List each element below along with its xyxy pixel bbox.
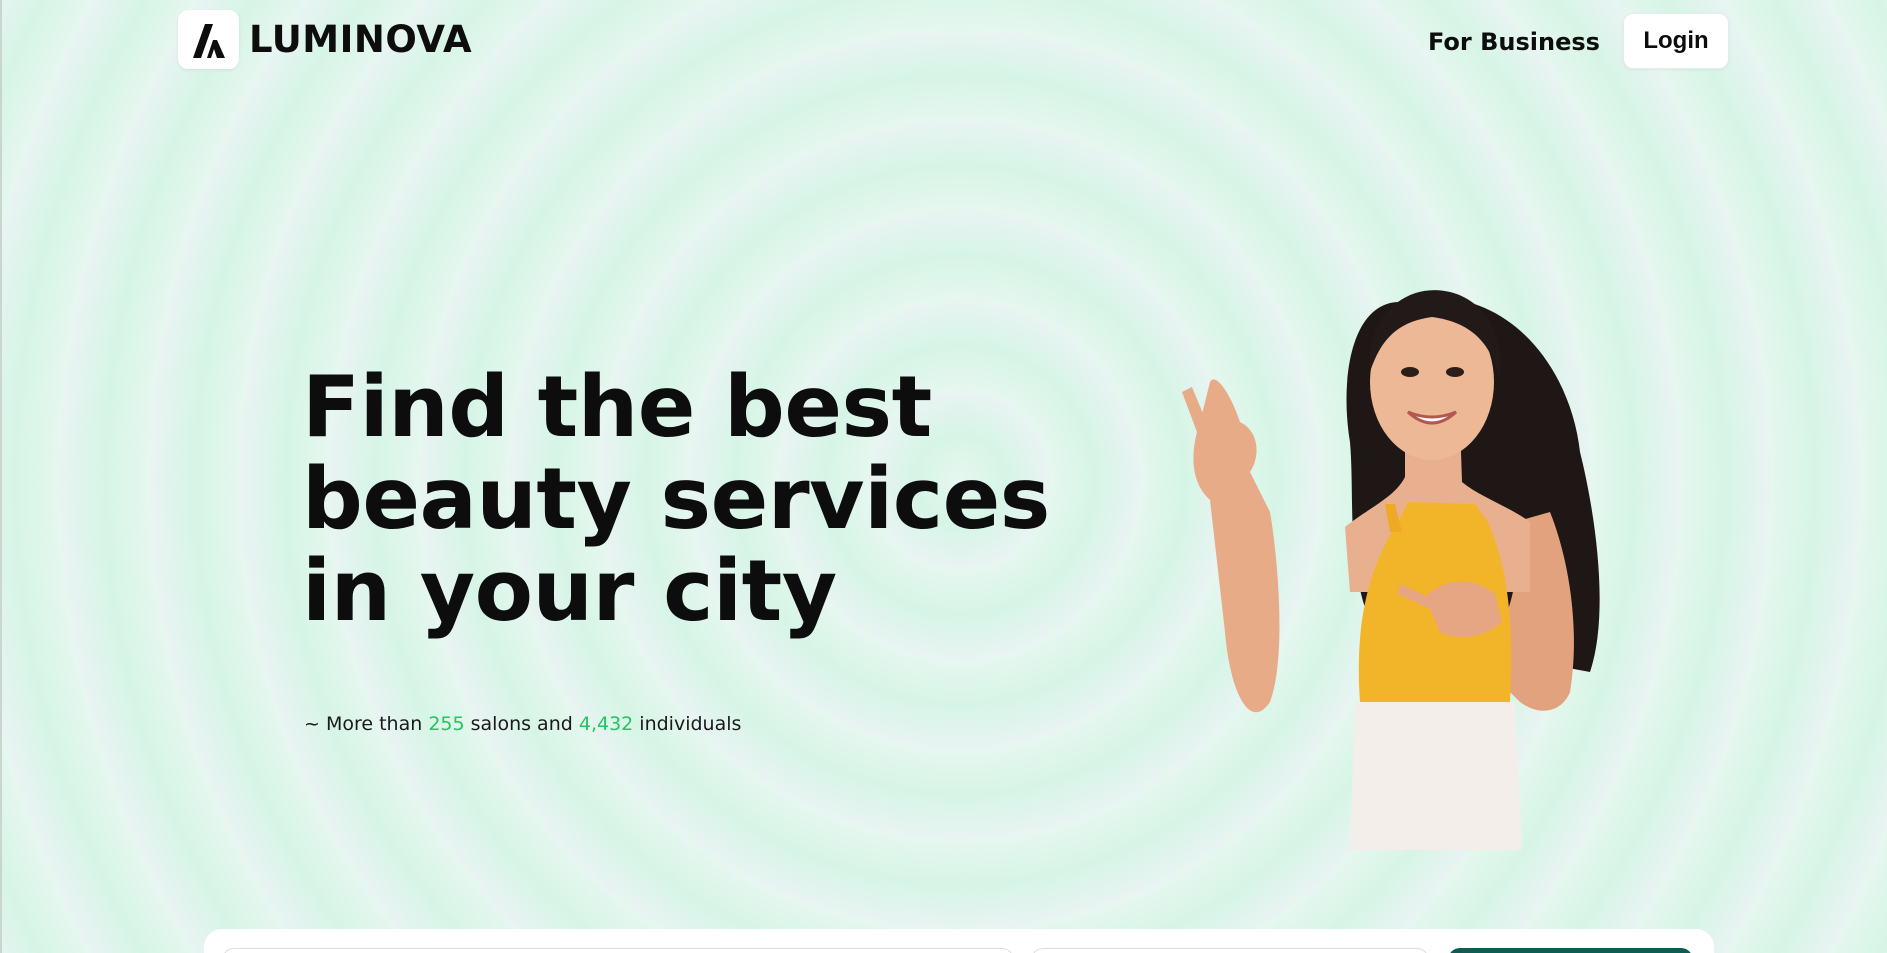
search-button[interactable] (1448, 948, 1693, 953)
individuals-count: 4,432 (578, 713, 634, 735)
individuals-label: individuals (633, 713, 742, 735)
hero-title: Find the best beauty services in your ci… (302, 362, 1062, 638)
page-left-border (0, 0, 2, 953)
luminova-logo-icon (178, 10, 239, 69)
location-search-input[interactable] (1031, 948, 1429, 953)
brand-name: LUMINOVA (249, 18, 473, 61)
brand-logo[interactable]: LUMINOVA (178, 10, 472, 69)
hero-title-line-1: Find the best (302, 358, 932, 457)
for-business-link[interactable]: For Business (1428, 24, 1600, 60)
hero-title-line-2: beauty services (302, 450, 1050, 549)
salons-count: 255 (428, 713, 465, 735)
stats-prefix: ~ More than (304, 713, 429, 735)
login-button[interactable]: Login (1623, 13, 1729, 69)
service-search-input[interactable] (222, 948, 1014, 953)
salons-label: salons and (464, 713, 579, 735)
woman-pointing-illustration (1170, 272, 1650, 850)
hero-stats: ~ More than 255 salons and 4,432 individ… (304, 712, 741, 736)
hero-title-line-3: in your city (302, 542, 837, 641)
